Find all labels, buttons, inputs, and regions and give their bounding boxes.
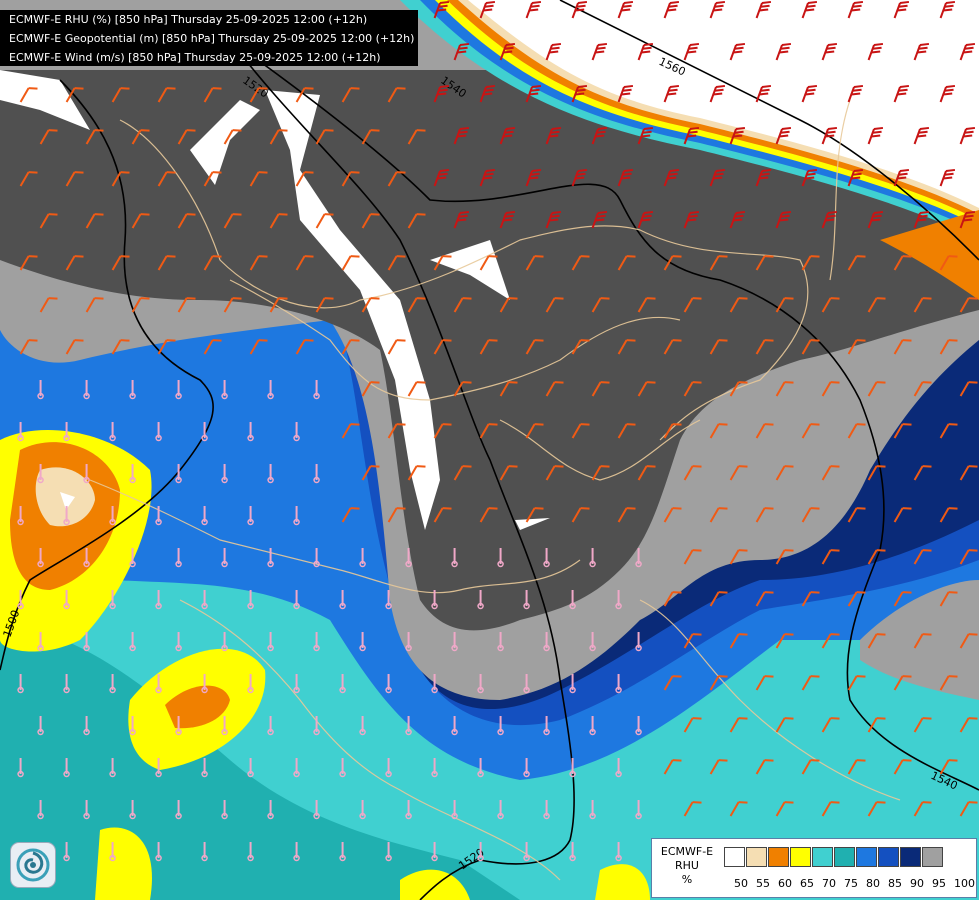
legend-tick: 85	[888, 877, 902, 890]
legend-tick: 70	[822, 877, 836, 890]
legend-swatch	[812, 847, 833, 867]
legend-tick: 90	[910, 877, 924, 890]
legend-title: ECMWF-E RHU %	[652, 845, 722, 887]
title-wind: ECMWF-E Wind (m/s) [850 hPa] Thursday 25…	[9, 51, 381, 64]
legend-swatch	[856, 847, 877, 867]
weather-map: 1560 1540 1520 1500 1540 1520	[0, 0, 979, 900]
legend-swatch	[922, 847, 943, 867]
legend-title-unit: %	[681, 873, 693, 886]
legend-tick: 55	[756, 877, 770, 890]
title-rhu: ECMWF-E RHU (%) [850 hPa] Thursday 25-09…	[9, 13, 368, 26]
legend-title-var: RHU	[675, 859, 699, 872]
legend-tick: 50	[734, 877, 748, 890]
title-box: ECMWF-E RHU (%) [850 hPa] Thursday 25-09…	[0, 10, 418, 66]
legend-tick: 65	[800, 877, 814, 890]
legend-swatch	[900, 847, 921, 867]
legend-swatch	[768, 847, 789, 867]
legend-tick: 100	[954, 877, 975, 890]
legend-tick: 95	[932, 877, 946, 890]
legend-title-model: ECMWF-E	[660, 845, 714, 858]
legend-tick: 80	[866, 877, 880, 890]
legend-tick: 75	[844, 877, 858, 890]
legend-swatch	[878, 847, 899, 867]
legend-swatch	[790, 847, 811, 867]
legend-tick: 60	[778, 877, 792, 890]
ecmwf-swirl-icon	[10, 842, 56, 888]
rhu-legend: ECMWF-E RHU % 50 55 60 65 70 75 80 85 90 95 100	[651, 838, 977, 898]
legend-swatch	[834, 847, 855, 867]
legend-swatch	[746, 847, 767, 867]
legend-swatch	[724, 847, 745, 867]
legend-swatches	[724, 847, 944, 867]
title-geopotential: ECMWF-E Geopotential (m) [850 hPa] Thurs…	[9, 32, 415, 45]
legend-ticks: 50 55 60 65 70 75 80 85 90 95 100	[734, 877, 976, 890]
